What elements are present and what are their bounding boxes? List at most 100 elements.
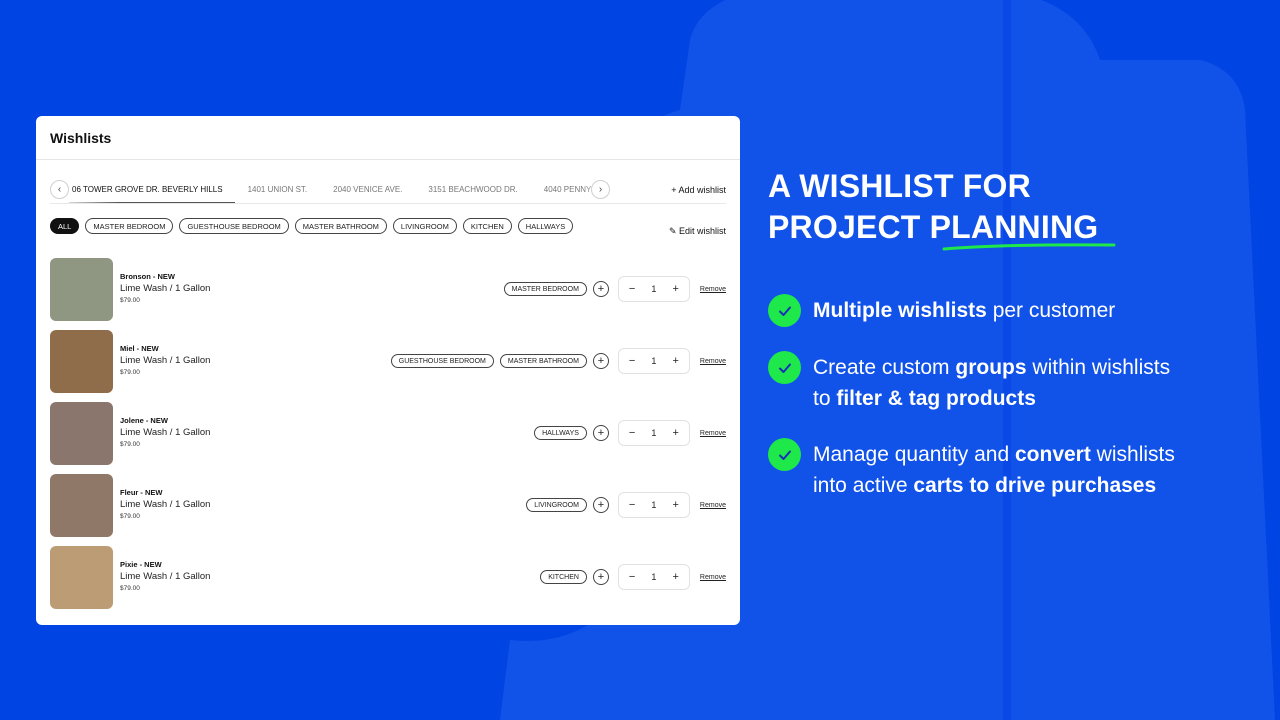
remove-item-link[interactable]: Remove — [700, 358, 726, 365]
quantity-increase-button[interactable]: + — [669, 427, 683, 439]
wishlists-panel: Wishlists ‹ 06 TOWER GROVE DR. BEVERLY H… — [36, 116, 740, 625]
plus-icon: + — [597, 354, 605, 367]
tab-wishlist-4[interactable]: 4040 PENNY LA — [531, 176, 591, 203]
quantity-value[interactable]: 1 — [651, 356, 656, 366]
item-price: $79.00 — [120, 585, 140, 592]
remove-item-link[interactable]: Remove — [700, 430, 726, 437]
quantity-stepper: − 1 + — [617, 564, 690, 590]
add-group-tag-button[interactable]: + — [592, 497, 609, 513]
edit-wishlist-button[interactable]: ✎ Edit wishlist — [669, 226, 726, 237]
feature-text-segment: convert — [1014, 443, 1091, 466]
tabs-scroll: 06 TOWER GROVE DR. BEVERLY HILLS 1401 UN… — [69, 176, 591, 203]
feature-text-segment: filter & tag products — [836, 387, 1036, 410]
item-group-tag[interactable]: KITCHEN — [540, 570, 587, 584]
quantity-value[interactable]: 1 — [651, 500, 656, 510]
quantity-value[interactable]: 1 — [651, 572, 656, 582]
product-swatch-image[interactable] — [50, 402, 113, 465]
quantity-decrease-button[interactable]: − — [625, 499, 639, 511]
product-swatch-image[interactable] — [50, 474, 113, 537]
item-actions: LIVINGROOM + − 1 + Remove — [526, 492, 726, 518]
add-group-tag-button[interactable]: + — [592, 569, 609, 585]
filter-chip-livingroom[interactable]: LIVINGROOM — [392, 218, 457, 234]
filter-chip-guesthouse-bedroom[interactable]: GUESTHOUSE BEDROOM — [179, 218, 289, 234]
add-group-tag-button[interactable]: + — [592, 425, 609, 441]
item-variant: Lime Wash / 1 Gallon — [120, 571, 211, 582]
filter-chip-hallways[interactable]: HALLWAYS — [517, 218, 574, 234]
remove-item-link[interactable]: Remove — [700, 502, 726, 509]
quantity-increase-button[interactable]: + — [669, 571, 683, 583]
tabs-next-button[interactable]: › — [591, 180, 610, 199]
feature-text-segment: Create custom — [813, 356, 956, 379]
item-name[interactable]: Fleur - NEW — [120, 488, 210, 497]
item-group-tag[interactable]: LIVINGROOM — [526, 498, 587, 512]
quantity-increase-button[interactable]: + — [669, 355, 683, 367]
tab-wishlist-1[interactable]: 1401 UNION ST. — [235, 176, 321, 203]
feature-list: Multiple wishlists per customer Create c… — [768, 294, 1193, 525]
quantity-decrease-button[interactable]: − — [625, 283, 639, 295]
product-swatch-image[interactable] — [50, 330, 113, 393]
item-name[interactable]: Pixie - NEW — [120, 560, 210, 569]
quantity-stepper: − 1 + — [617, 276, 690, 302]
item-group-tag[interactable]: MASTER BEDROOM — [503, 282, 587, 296]
add-group-tag-button[interactable]: + — [592, 353, 609, 369]
filter-chip-master-bedroom[interactable]: MASTER BEDROOM — [85, 218, 174, 234]
feature-item: Multiple wishlists per customer — [768, 294, 1193, 327]
item-variant: Lime Wash / 1 Gallon — [120, 283, 211, 294]
item-actions: KITCHEN + − 1 + Remove — [540, 564, 726, 590]
item-group-tag[interactable]: MASTER BATHROOM — [499, 354, 587, 368]
item-variant: Lime Wash / 1 Gallon — [120, 427, 211, 438]
item-price: $79.00 — [120, 369, 140, 376]
add-group-tag-button[interactable]: + — [592, 281, 609, 297]
group-filters: ALL MASTER BEDROOM GUESTHOUSE BEDROOM MA… — [50, 217, 726, 237]
filter-chip-kitchen[interactable]: KITCHEN — [462, 218, 512, 234]
panel-title: Wishlists — [50, 129, 112, 146]
wishlist-item: Fleur - NEW Lime Wash / 1 Gallon $79.00 … — [50, 474, 726, 546]
tabs-prev-button[interactable]: ‹ — [50, 180, 69, 199]
item-info: Fleur - NEW Lime Wash / 1 Gallon $79.00 — [120, 488, 210, 520]
item-info: Jolene - NEW Lime Wash / 1 Gallon $79.00 — [120, 416, 210, 448]
feature-item: Create custom groups within wishlists to… — [768, 351, 1193, 414]
tab-wishlist-3[interactable]: 3151 BEACHWOOD DR. — [415, 176, 530, 203]
filter-chip-all[interactable]: ALL — [50, 218, 80, 234]
quantity-decrease-button[interactable]: − — [625, 571, 639, 583]
highlight-underline-icon — [942, 243, 1116, 251]
item-group-tag[interactable]: GUESTHOUSE BEDROOM — [390, 354, 494, 368]
feature-text-segment: carts to drive purchases — [913, 474, 1157, 497]
quantity-value[interactable]: 1 — [651, 284, 656, 294]
filter-chip-master-bathroom[interactable]: MASTER BATHROOM — [294, 218, 387, 234]
item-name[interactable]: Bronson - NEW — [120, 272, 210, 281]
quantity-decrease-button[interactable]: − — [625, 355, 639, 367]
tab-wishlist-0[interactable]: 06 TOWER GROVE DR. BEVERLY HILLS — [69, 176, 235, 203]
feature-text: Create custom groups within wishlists to… — [813, 352, 1193, 414]
item-actions: MASTER BEDROOM + − 1 + Remove — [503, 276, 726, 302]
feature-text-segment: Multiple wishlists — [813, 299, 987, 322]
plus-icon: + — [597, 282, 605, 295]
quantity-value[interactable]: 1 — [651, 428, 656, 438]
quantity-increase-button[interactable]: + — [669, 283, 683, 295]
tab-wishlist-2[interactable]: 2040 VENICE AVE. — [320, 176, 415, 203]
wishlist-item: Pixie - NEW Lime Wash / 1 Gallon $79.00 … — [50, 546, 726, 618]
item-name[interactable]: Miel - NEW — [120, 344, 210, 353]
feature-text: Multiple wishlists per customer — [813, 295, 1193, 326]
product-swatch-image[interactable] — [50, 546, 113, 609]
item-actions: HALLWAYS + − 1 + Remove — [534, 420, 726, 446]
quantity-stepper: − 1 + — [617, 348, 690, 374]
chevron-left-icon: ‹ — [57, 184, 62, 195]
remove-item-link[interactable]: Remove — [700, 286, 726, 293]
check-circle-icon — [768, 438, 801, 471]
remove-item-link[interactable]: Remove — [700, 574, 726, 581]
plus-icon: + — [597, 426, 605, 439]
wishlist-items: Bronson - NEW Lime Wash / 1 Gallon $79.0… — [50, 258, 726, 618]
item-group-tag[interactable]: HALLWAYS — [534, 426, 587, 440]
product-swatch-image[interactable] — [50, 258, 113, 321]
quantity-increase-button[interactable]: + — [669, 499, 683, 511]
item-info: Miel - NEW Lime Wash / 1 Gallon $79.00 — [120, 344, 210, 376]
quantity-stepper: − 1 + — [617, 420, 690, 446]
feature-text-segment: per customer — [986, 299, 1116, 322]
quantity-decrease-button[interactable]: − — [625, 427, 639, 439]
item-variant: Lime Wash / 1 Gallon — [120, 355, 211, 366]
plus-icon: + — [597, 570, 605, 583]
item-price: $79.00 — [120, 297, 140, 304]
add-wishlist-button[interactable]: + Add wishlist — [671, 185, 726, 195]
item-name[interactable]: Jolene - NEW — [120, 416, 210, 425]
